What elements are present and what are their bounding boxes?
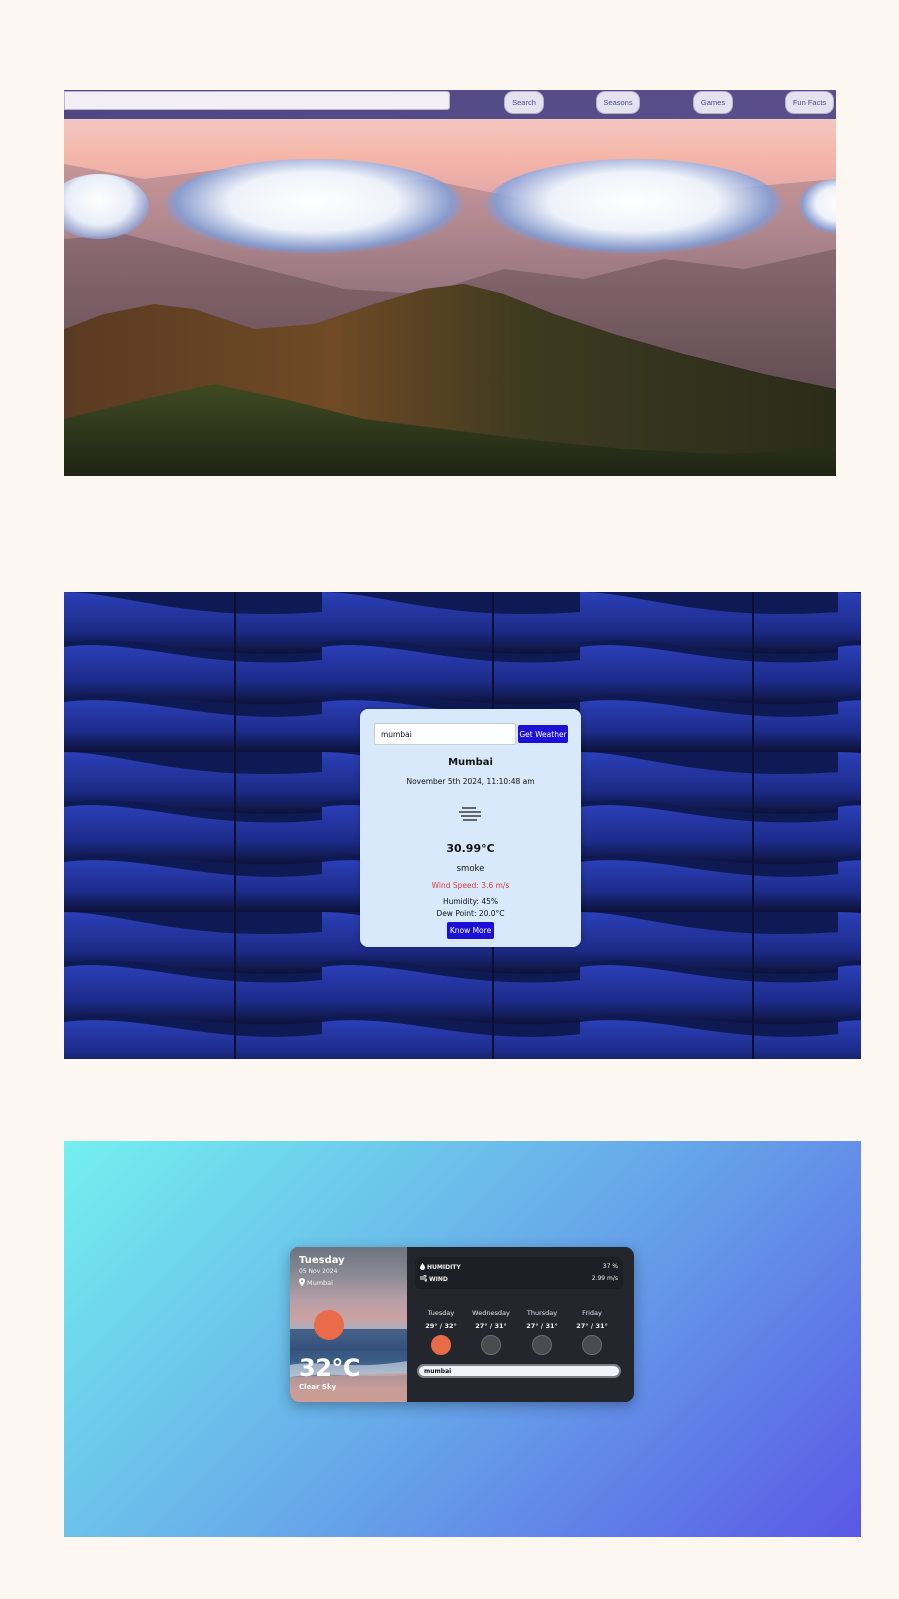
nav-search-button[interactable]: Search (504, 91, 544, 114)
forecast-widget: Tuesday 05 Nov 2024 Mumbai 32°C Clear Sk… (290, 1247, 634, 1402)
weather-card: mumbai Get Weather Mumbai November 5th 2… (360, 709, 581, 947)
top-nav-bar: Search Seasons Games Fun Facts (64, 90, 836, 119)
location: Mumbai (299, 1278, 333, 1288)
date-time: November 5th 2024, 11:10:48 am (406, 777, 535, 786)
today-date: 05 Nov 2024 (299, 1268, 338, 1275)
dew-point: Dew Point: 20.0°C (436, 909, 505, 918)
humidity-label: HUMIDITY (427, 1264, 461, 1271)
condition: smoke (456, 864, 485, 874)
forecast-weather-icon[interactable] (532, 1335, 552, 1355)
city-input[interactable]: mumbai (374, 723, 516, 745)
wind-row: WIND (420, 1274, 448, 1284)
know-more-button[interactable]: Know More (447, 922, 494, 939)
city-search-input[interactable]: mumbai (417, 1364, 621, 1378)
wind-value: 2.99 m/s (591, 1275, 618, 1282)
nav-search-input[interactable] (64, 91, 450, 110)
nav-games-button[interactable]: Games (693, 91, 733, 114)
today-condition: Clear Sky (299, 1383, 337, 1391)
wind-icon (420, 1274, 428, 1284)
humidity-value: 37 % (602, 1263, 618, 1270)
get-weather-button[interactable]: Get Weather (518, 725, 568, 743)
today-panel: Tuesday 05 Nov 2024 Mumbai 32°C Clear Sk… (290, 1247, 407, 1402)
forecast-weather-icon[interactable] (582, 1335, 602, 1355)
today-temperature: 32°C (299, 1354, 361, 1382)
forecast-day: Friday (582, 1309, 602, 1317)
humidity: Humidity: 45% (442, 897, 499, 906)
haze-icon (457, 806, 483, 824)
sun-icon (314, 1310, 344, 1340)
today-day: Tuesday (299, 1255, 345, 1266)
temperature: 30.99°C (446, 842, 495, 855)
wind-speed: Wind Speed: 3.6 m/s (431, 881, 510, 890)
nav-seasons-button[interactable]: Seasons (596, 91, 640, 114)
location-pin-icon (299, 1278, 305, 1288)
cloud-3 (484, 159, 784, 254)
city-name: Mumbai (448, 757, 493, 768)
droplet-icon (420, 1263, 425, 1272)
location-name: Mumbai (307, 1279, 333, 1287)
nav-fun-facts-button[interactable]: Fun Facts (785, 91, 834, 114)
hero-mountain-image (64, 119, 836, 476)
wind-label: WIND (429, 1276, 448, 1283)
forecast-sun-icon[interactable] (431, 1335, 451, 1355)
stats-panel: HUMIDITY 37 % WIND 2.99 m/s (415, 1257, 623, 1289)
humidity-row: HUMIDITY (420, 1263, 461, 1272)
cloud-2 (164, 159, 464, 254)
forecast-temp: 27° / 31° (576, 1322, 608, 1330)
forecast-weather-icon[interactable] (481, 1335, 501, 1355)
